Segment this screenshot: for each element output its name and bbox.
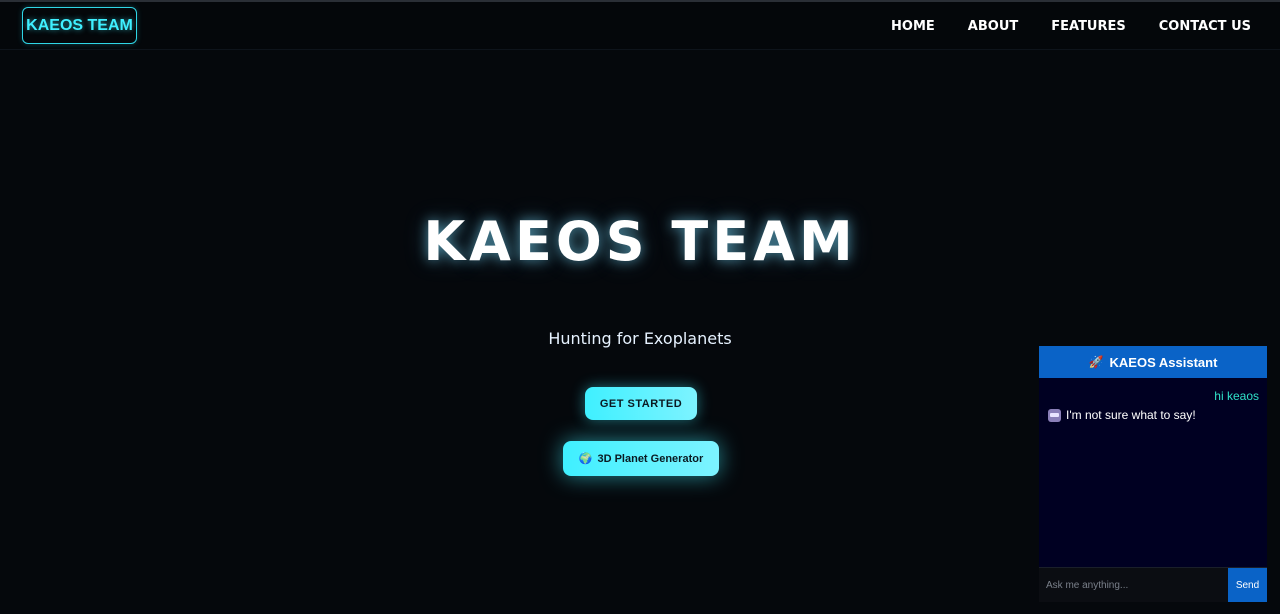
chat-title: KAEOS Assistant (1109, 354, 1218, 370)
nav-link-features[interactable]: FEATURES (1051, 19, 1126, 34)
chat-widget: 🚀 KAEOS Assistant hi keaos I'm not sure … (1039, 346, 1267, 602)
bot-message-text: I'm not sure what to say! (1066, 408, 1196, 422)
rocket-icon: 🚀 (1088, 355, 1104, 369)
user-message: hi keaos (1214, 389, 1259, 403)
robot-icon (1048, 408, 1061, 422)
nav-link-contact[interactable]: CONTACT US (1159, 19, 1251, 34)
nav-link-about[interactable]: ABOUT (968, 19, 1018, 34)
nav-link-home[interactable]: HOME (891, 19, 935, 34)
chat-input-bar: Send (1039, 567, 1267, 602)
globe-icon: 🌍 (578, 453, 593, 465)
planet-generator-label: 3D Planet Generator (597, 452, 704, 465)
nav-links: HOME ABOUT FEATURES CONTACT US (858, 2, 1251, 50)
chat-header[interactable]: 🚀 KAEOS Assistant (1039, 346, 1267, 378)
hero-title: KAEOS TEAM (423, 210, 857, 273)
send-button[interactable]: Send (1228, 568, 1267, 602)
planet-generator-button[interactable]: 🌍 3D Planet Generator (563, 441, 719, 476)
chat-input[interactable] (1039, 568, 1228, 602)
bot-message: I'm not sure what to say! (1048, 408, 1196, 422)
logo[interactable]: KAEOS TEAM (22, 7, 137, 44)
navbar: KAEOS TEAM HOME ABOUT FEATURES CONTACT U… (0, 2, 1280, 50)
get-started-button[interactable]: GET STARTED (585, 387, 697, 420)
chat-messages: hi keaos I'm not sure what to say! (1039, 378, 1267, 567)
